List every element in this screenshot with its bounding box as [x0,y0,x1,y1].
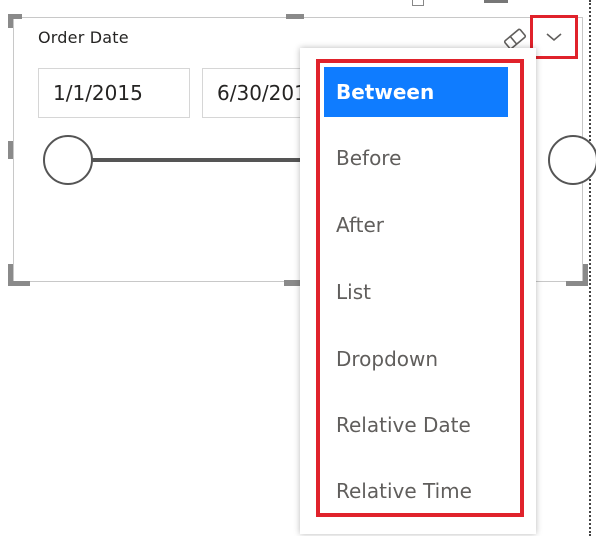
menu-item-relative-time[interactable]: Relative Time [324,466,508,516]
range-slider-end-handle[interactable] [548,135,596,185]
resize-handle-bottom-left[interactable] [8,264,13,286]
slicer-type-menu: Between Before After List Dropdown Relat… [300,48,536,534]
page-boundary [589,0,591,536]
menu-item-between[interactable]: Between [324,67,508,117]
resize-handle-left[interactable] [8,141,13,159]
range-slider-track[interactable] [68,158,308,162]
resize-handle-top-left[interactable] [8,14,13,28]
menu-item-dropdown[interactable]: Dropdown [324,334,508,384]
top-handle-bar [484,0,508,3]
range-slider-start-handle[interactable] [43,135,93,185]
start-date-input[interactable]: 1/1/2015 [38,68,190,118]
menu-item-relative-date[interactable]: Relative Date [324,400,508,450]
canvas: Order Date 1/1/2015 6/30/2016 Between Be… [0,0,596,536]
menu-item-after[interactable]: After [324,200,508,250]
chevron-down-icon [546,33,562,42]
resize-handle-bottom-right[interactable] [583,264,588,286]
slicer-type-dropdown-button[interactable] [530,15,578,59]
top-handle [412,0,424,6]
menu-item-list[interactable]: List [324,267,508,317]
resize-handle-top[interactable] [286,14,304,19]
menu-item-before[interactable]: Before [324,133,508,183]
slicer-header: Order Date [38,28,129,47]
resize-handle-bottom[interactable] [284,280,300,286]
eraser-icon[interactable] [502,28,528,50]
